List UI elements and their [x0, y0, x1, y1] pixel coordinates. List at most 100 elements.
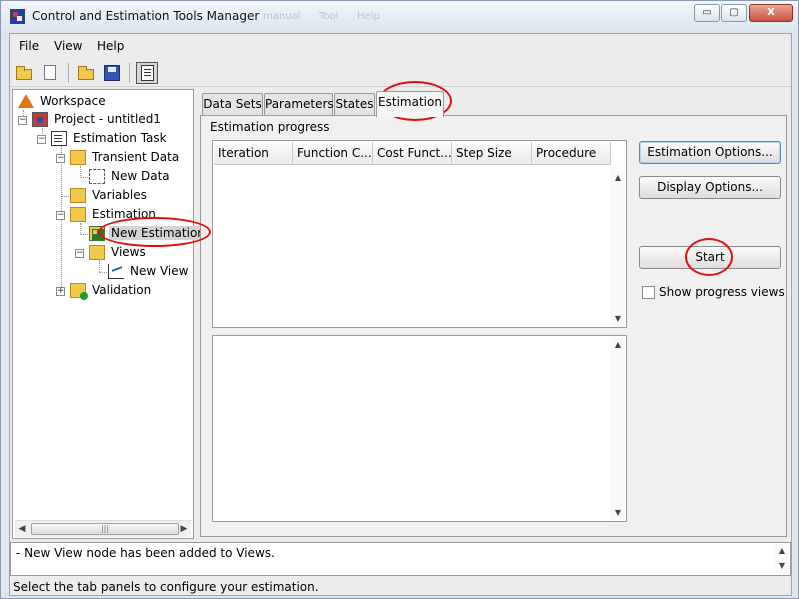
display-options-button[interactable]: Display Options... [639, 176, 781, 199]
tree-node-project[interactable]: Project - untitled1 [32, 111, 192, 129]
estimation-options-button[interactable]: Estimation Options... [639, 141, 781, 164]
toolbar-separator [129, 63, 130, 83]
toggle-status-button[interactable] [136, 62, 158, 84]
column-header-procedure[interactable]: Procedure [532, 142, 611, 165]
collapse-icon[interactable]: − [56, 154, 65, 163]
column-header-iteration[interactable]: Iteration [214, 142, 293, 165]
project-tree[interactable]: Workspace − Project - untitled1 − Estima… [12, 89, 207, 539]
estimation-progress-table[interactable]: Iteration Function C... Cost Funct... St… [212, 140, 627, 328]
view-plot-icon [108, 264, 124, 279]
folder-check-icon [70, 283, 88, 300]
task-icon [51, 131, 67, 146]
expand-icon[interactable]: + [56, 287, 65, 296]
tree-horizontal-scrollbar[interactable]: ◀ ||| ▶ [15, 520, 191, 537]
tab-data-sets[interactable]: Data Sets [202, 93, 263, 115]
tree-node-views[interactable]: Views [89, 244, 189, 262]
log-vertical-scrollbar[interactable]: ▲ ▼ [611, 337, 625, 521]
tree-node-label: New View [130, 264, 189, 278]
status-bar: Select the tab panels to configure your … [10, 578, 791, 596]
tree-node-new-view[interactable]: New View [108, 263, 190, 281]
start-button[interactable]: Start [639, 246, 781, 269]
app-window: Control and Estimation Tools Manager man… [0, 0, 799, 599]
toolbar [10, 59, 791, 87]
tree-node-new-estimation[interactable]: New Estimation [89, 225, 207, 243]
tree-node-label: Validation [92, 283, 152, 297]
log-message: - New View node has been added to Views. [16, 546, 275, 560]
collapse-icon[interactable]: − [18, 116, 27, 125]
ghost-title-text: Tool [319, 11, 339, 22]
tree-node-label: Estimation [92, 207, 156, 221]
tree-node-estimation-task[interactable]: Estimation Task [51, 130, 191, 148]
minimize-button[interactable]: ▭ [694, 4, 720, 22]
folder-icon [89, 245, 105, 260]
message-vertical-scrollbar[interactable]: ▲ ▼ [775, 544, 789, 574]
tree-node-validation[interactable]: Validation [70, 282, 190, 300]
scroll-down-icon[interactable]: ▼ [611, 507, 625, 519]
message-log-area[interactable]: - New View node has been added to Views.… [10, 542, 791, 576]
client-area: File View Help Workspace − Project - unt… [9, 33, 792, 596]
scroll-up-icon[interactable]: ▲ [775, 545, 789, 557]
column-header-function-count[interactable]: Function C... [293, 142, 373, 165]
title-bar[interactable]: Control and Estimation Tools Manager man… [1, 1, 798, 33]
collapse-icon[interactable]: − [56, 211, 65, 220]
scroll-thumb[interactable]: ||| [31, 523, 179, 535]
new-document-icon [44, 65, 56, 80]
table-vertical-scrollbar[interactable]: ▲ ▼ [611, 167, 625, 327]
workspace-icon [18, 94, 34, 108]
tree-node-label: Estimation Task [73, 131, 167, 145]
tree-node-estimation[interactable]: Estimation [70, 206, 190, 224]
tab-parameters[interactable]: Parameters [264, 93, 334, 115]
scroll-right-icon[interactable]: ▶ [178, 522, 190, 536]
show-progress-views-checkbox[interactable] [642, 286, 655, 299]
column-header-step-size[interactable]: Step Size [452, 142, 532, 165]
menu-file[interactable]: File [19, 39, 39, 53]
scroll-down-icon[interactable]: ▼ [611, 313, 625, 325]
collapse-icon[interactable]: − [37, 135, 46, 144]
ghost-title-text: Help [357, 11, 380, 22]
scroll-left-icon[interactable]: ◀ [16, 522, 28, 536]
tab-estimation[interactable]: Estimation [376, 91, 444, 117]
tree-node-new-data[interactable]: New Data [89, 168, 189, 186]
data-icon [89, 169, 105, 184]
task-panel: Data Sets Parameters States Estimation E… [200, 89, 789, 539]
show-progress-views-label: Show progress views [659, 285, 785, 299]
folder-icon [70, 207, 86, 222]
tree-node-label: Transient Data [92, 150, 180, 164]
new-project-button[interactable] [39, 62, 61, 84]
scroll-down-icon[interactable]: ▼ [775, 560, 789, 572]
tree-node-label: Project - untitled1 [54, 112, 161, 126]
folder-icon [70, 188, 86, 203]
open-folder-icon [78, 66, 94, 80]
project-icon [32, 112, 48, 127]
scroll-up-icon[interactable]: ▲ [611, 339, 625, 351]
grid-icon [89, 226, 105, 241]
menu-view[interactable]: View [54, 39, 82, 53]
tree-node-label: Workspace [40, 94, 106, 108]
save-button[interactable] [101, 62, 123, 84]
menu-help[interactable]: Help [97, 39, 124, 53]
tree-node-label: New Data [111, 169, 170, 183]
folder-icon [70, 150, 86, 165]
tree-node-workspace[interactable]: Workspace [18, 93, 188, 111]
window-title: Control and Estimation Tools Manager [32, 9, 260, 23]
tab-states[interactable]: States [334, 93, 375, 115]
ghost-title-text: manual [263, 11, 301, 22]
scroll-up-icon[interactable]: ▲ [611, 172, 625, 184]
estimation-log-area[interactable]: ▲ ▼ [212, 335, 627, 522]
save-disk-icon [104, 65, 120, 81]
collapse-icon[interactable]: − [75, 249, 84, 258]
tree-node-transient-data[interactable]: Transient Data [70, 149, 190, 167]
column-header-cost-function[interactable]: Cost Funct... [373, 142, 452, 165]
open-folder-icon [16, 66, 32, 80]
toolbar-separator [68, 63, 69, 83]
close-button[interactable]: X [749, 4, 793, 22]
open-project-button[interactable] [13, 62, 35, 84]
matlab-app-icon [10, 9, 25, 24]
tree-node-variables[interactable]: Variables [70, 187, 190, 205]
tree-node-label: Variables [92, 188, 147, 202]
tree-node-label: Views [111, 245, 146, 259]
estimation-progress-label: Estimation progress [210, 120, 330, 134]
maximize-button[interactable]: ▢ [721, 4, 747, 22]
estimation-tab-panel: Estimation progress Iteration Function C… [200, 115, 787, 537]
open-button[interactable] [75, 62, 97, 84]
